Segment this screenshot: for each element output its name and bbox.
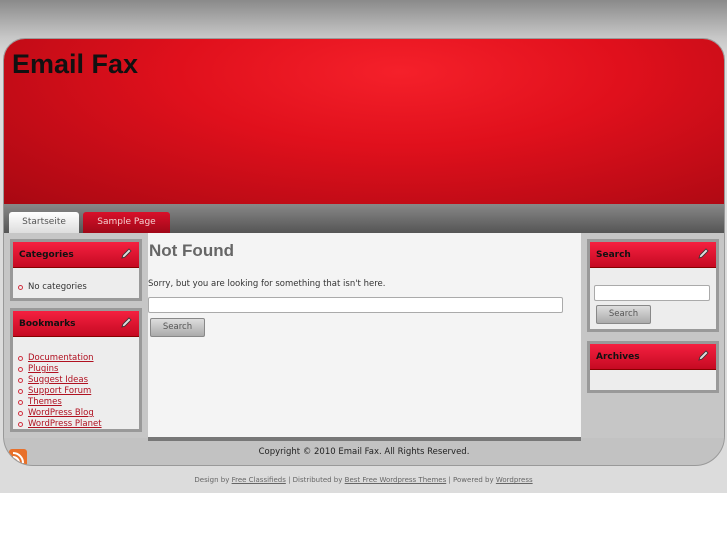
bookmark-link[interactable]: Themes [28, 397, 62, 408]
search-button[interactable]: Search [150, 318, 205, 337]
pencil-icon [121, 317, 132, 328]
categories-widget: Categories No categories [10, 239, 142, 301]
header-banner: Email Fax [4, 39, 724, 204]
tab-sample-page[interactable]: Sample Page [83, 212, 170, 233]
pencil-icon [121, 248, 132, 259]
left-sidebar: Categories No categories Bookmarks Docum… [4, 233, 148, 438]
not-found-message: Sorry, but you are looking for something… [148, 279, 386, 289]
bookmarks-widget: Bookmarks Documentation Plugins Suggest … [10, 308, 142, 432]
sidebar-search-button[interactable]: Search [596, 305, 651, 324]
free-classifieds-link[interactable]: Free Classifieds [232, 476, 286, 484]
copyright: Copyright © 2010 Email Fax. All Rights R… [258, 447, 470, 457]
pencil-icon [698, 350, 709, 361]
widget-title: Archives [596, 352, 640, 362]
site-title[interactable]: Email Fax [12, 49, 138, 80]
bookmark-link[interactable]: WordPress Blog [28, 408, 94, 419]
page-container: Email Fax Startseite Sample Page Categor… [3, 38, 725, 466]
widget-title: Search [596, 250, 631, 260]
bookmark-link[interactable]: Plugins [28, 364, 58, 375]
search-input[interactable] [148, 297, 563, 313]
widget-title: Categories [19, 250, 74, 260]
page-title: Not Found [149, 241, 234, 260]
nav-bar: Startseite Sample Page [4, 204, 724, 233]
bookmark-link[interactable]: WordPress Planet [28, 419, 102, 430]
widget-title: Bookmarks [19, 319, 76, 329]
bookmark-link[interactable]: Documentation [28, 353, 94, 364]
pencil-icon [698, 248, 709, 259]
archives-widget: Archives [587, 341, 719, 393]
best-free-themes-link[interactable]: Best Free Wordpress Themes [345, 476, 447, 484]
right-sidebar: Search Search Archives [581, 233, 724, 438]
bookmark-link[interactable]: Suggest Ideas [28, 375, 88, 386]
tab-startseite[interactable]: Startseite [9, 212, 79, 233]
credits: Design by Free Classifieds | Distributed… [194, 476, 533, 484]
bookmark-link[interactable]: Support Forum [28, 386, 91, 397]
wordpress-link[interactable]: Wordpress [496, 476, 533, 484]
search-widget: Search Search [587, 239, 719, 332]
main-content: Not Found Sorry, but you are looking for… [148, 233, 581, 441]
sidebar-search-input[interactable] [594, 285, 710, 301]
list-item: No categories [18, 282, 134, 293]
